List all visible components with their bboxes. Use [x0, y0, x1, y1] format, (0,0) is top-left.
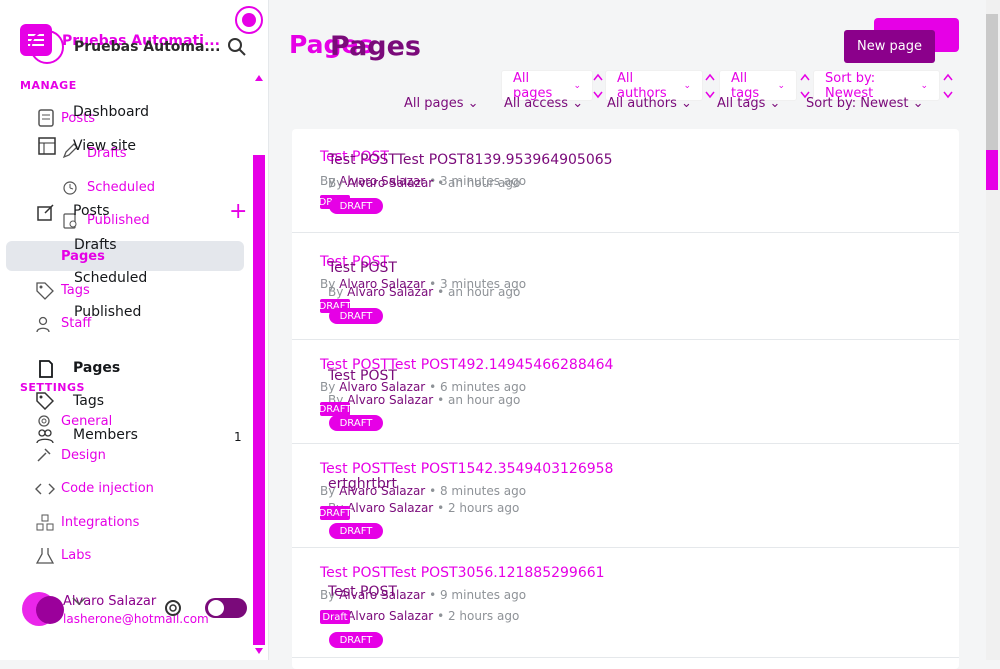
filter-type-stepper-icon[interactable] — [593, 72, 603, 100]
code-icon — [35, 483, 55, 495]
status-badge-overlay: Draft — [320, 610, 350, 624]
notification-indicator[interactable] — [235, 6, 263, 34]
integrations-icon — [36, 514, 54, 531]
sidebar-item-members[interactable]: Members — [73, 427, 138, 443]
sidebar: Pruebas Automati... Pruebas Automa... MA… — [0, 0, 269, 660]
status-badge: DRAFT — [329, 198, 383, 214]
sort-select[interactable]: Sort by: Newest ⌄ — [806, 96, 924, 111]
scroll-down-arrow-icon[interactable] — [254, 647, 264, 655]
chevron-down-icon[interactable] — [72, 597, 86, 605]
user-email: lasherone@hotmail.com — [63, 612, 209, 626]
filter-type-select-label: All pages — [404, 96, 464, 111]
status-badge: DRAFT — [329, 523, 383, 539]
manage-section-label: MANAGE — [20, 79, 77, 92]
sidebar-item-design[interactable]: Design — [61, 448, 106, 463]
filter-tag-select-label: All tags — [717, 96, 766, 111]
status-badge: DRAFT — [329, 632, 383, 648]
filter-author-select[interactable]: All authors ⌄ — [607, 96, 692, 111]
item-title[interactable]: Test POST — [328, 260, 397, 276]
status-badge: DRAFT — [329, 415, 383, 431]
sidebar-item-labs[interactable]: Labs — [61, 548, 91, 563]
sidebar-item-code-injection[interactable]: Code injection — [61, 481, 154, 496]
item-meta: By Alvaro Salazar • 2 hours ago — [328, 609, 520, 623]
sidebar-scrollbar[interactable] — [253, 155, 265, 645]
dark-mode-toggle[interactable] — [205, 598, 247, 618]
sidebar-item-drafts[interactable]: Drafts — [74, 237, 117, 253]
list-item[interactable]: Test POSTTest POST3056.121885299661 Test… — [292, 547, 959, 658]
staff-icon — [36, 316, 50, 333]
page-icon — [39, 360, 53, 378]
edit-icon — [37, 204, 54, 221]
item-meta: By Alvaro Salazar • an hour ago — [328, 393, 521, 407]
item-title-overlay[interactable]: Test POSTTest POST1542.3549403126958 — [320, 461, 613, 477]
design-icon — [37, 448, 51, 462]
site-title[interactable]: Pruebas Automa... — [74, 39, 220, 55]
sidebar-item-dashboard[interactable]: Dashboard — [73, 104, 149, 120]
members-icon — [36, 429, 54, 444]
list-item[interactable]: Test POSTTest POST492.14945466288464 Tes… — [292, 339, 959, 444]
sidebar-item-scheduled[interactable]: Scheduled — [74, 270, 147, 286]
sidebar-item-published[interactable]: Published — [74, 304, 141, 320]
status-badge: DRAFT — [329, 308, 383, 324]
list-item[interactable]: Test POSTTest POST1542.3549403126958 ert… — [292, 443, 959, 548]
item-meta-overlay: By Alvaro Salazar • 6 minutes ago — [320, 380, 527, 394]
filter-access-select-label: All access — [504, 96, 569, 111]
sort-select-label: Sort by: Newest — [806, 96, 909, 111]
filter-type-select[interactable]: All pages ⌄ — [404, 96, 479, 111]
avatar-overlay — [36, 596, 64, 624]
members-count-badge: 1 — [234, 430, 242, 444]
filter-access-select[interactable]: All access ⌄ — [504, 96, 583, 111]
pages-list: Test POST Test POSTTest POST8139.9539649… — [292, 129, 959, 669]
item-title[interactable]: Test POSTTest POST8139.953964905065 — [328, 152, 613, 168]
item-meta: By Alvaro Salazar • 2 hours ago — [328, 501, 520, 515]
main-scrollbar-thumb[interactable] — [986, 14, 998, 154]
item-meta: By Alvaro Salazar • an hour ago — [328, 176, 521, 190]
clock-icon — [63, 181, 77, 195]
settings-gear-icon[interactable] — [162, 597, 184, 619]
item-meta: By Alvaro Salazar • an hour ago — [328, 285, 521, 299]
new-post-plus-icon[interactable]: + — [229, 201, 247, 223]
main-content: Pages Pages New page All pages ⌄ All auth… — [270, 0, 986, 669]
status-badge-overlay: DRAFT — [318, 506, 352, 520]
posts-icon — [38, 109, 54, 127]
sidebar-item-scheduled-overlay[interactable]: Scheduled — [87, 180, 155, 195]
main-scrollbar-thumb-overlay[interactable] — [986, 150, 998, 190]
filter-tag-select[interactable]: All tags ⌄ — [717, 96, 780, 111]
item-title-overlay[interactable]: Test POSTTest POST3056.121885299661 — [320, 565, 605, 581]
search-icon[interactable] — [226, 36, 248, 58]
new-page-button[interactable]: New page — [844, 30, 935, 63]
labs-icon — [36, 548, 54, 564]
item-meta-overlay: By Alvaro Salazar • 9 minutes ago — [320, 588, 527, 602]
scroll-up-arrow-icon[interactable] — [254, 74, 264, 82]
sidebar-item-integrations[interactable]: Integrations — [61, 515, 139, 530]
sidebar-item-posts[interactable]: Posts — [73, 203, 110, 219]
list-item[interactable]: Test POST Test POST By Alvaro Salazar • … — [292, 232, 959, 340]
filter-author-stepper-icon[interactable] — [705, 72, 715, 100]
sidebar-active-highlight — [6, 241, 244, 271]
site-logo-ring — [30, 30, 64, 64]
sidebar-item-pages[interactable]: Pages — [73, 360, 120, 376]
tags-icon — [36, 392, 54, 410]
list-item[interactable]: Test POST Test POSTTest POST8139.9539649… — [292, 129, 959, 233]
status-badge-overlay: DRAFT — [318, 402, 352, 416]
sidebar-item-tags[interactable]: Tags — [73, 393, 104, 409]
page-title: Pages — [330, 31, 421, 62]
sidebar-item-view-site[interactable]: View site — [73, 138, 136, 154]
filter-author-select-label: All authors — [607, 96, 677, 111]
sort-stepper-icon[interactable] — [943, 72, 953, 100]
tag-icon — [36, 282, 54, 300]
view-site-icon — [38, 137, 56, 155]
item-meta-overlay: By Alvaro Salazar • 8 minutes ago — [320, 484, 527, 498]
